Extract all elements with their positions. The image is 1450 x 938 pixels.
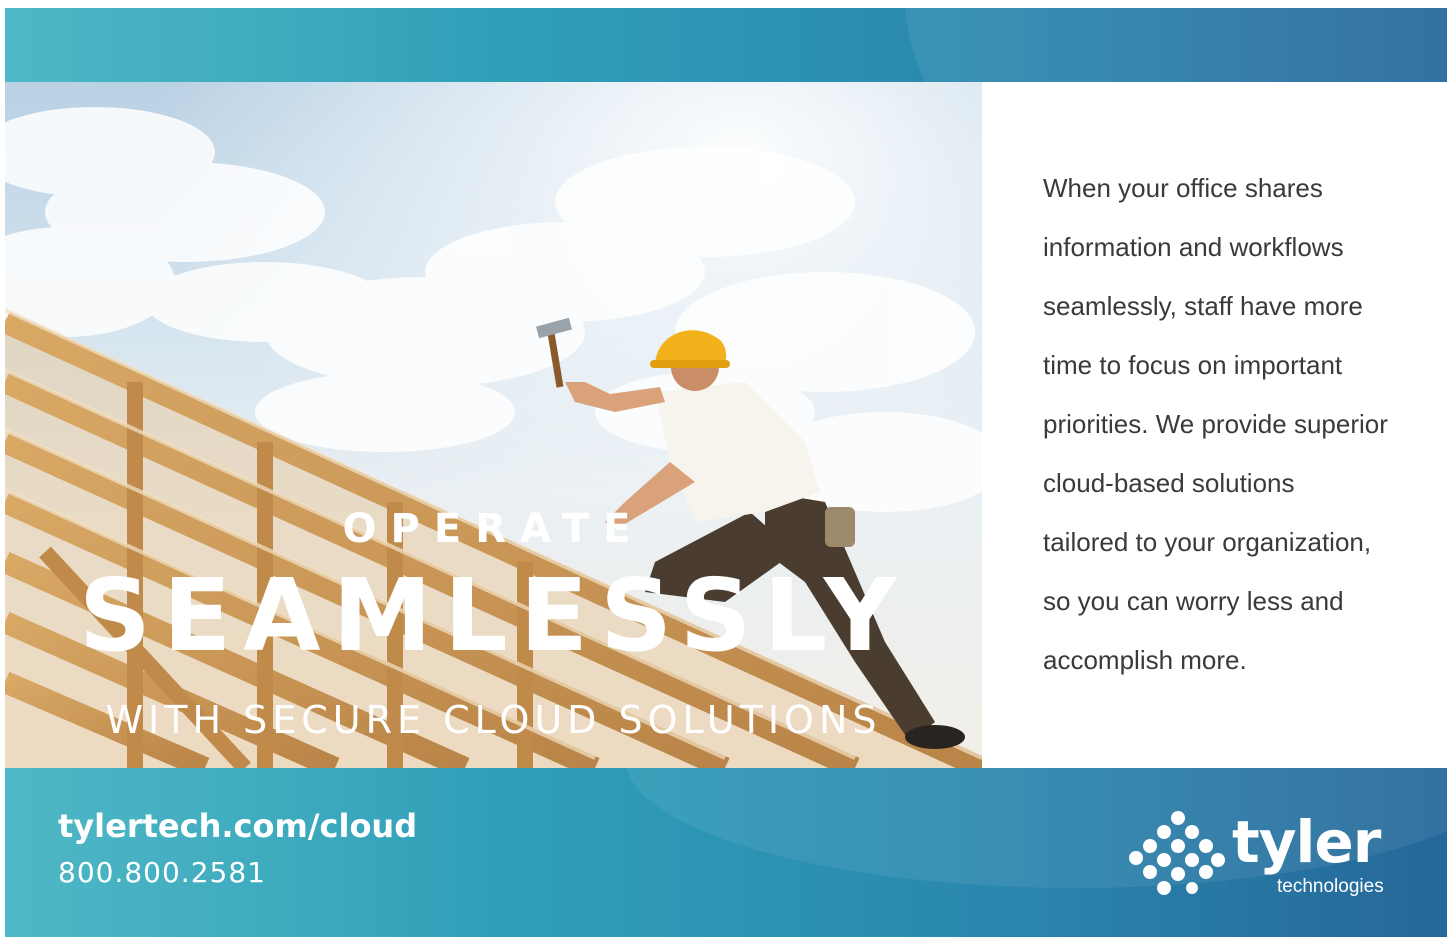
copy-line: information and workflows xyxy=(1043,232,1344,262)
copy-line: accomplish more. xyxy=(1043,645,1247,675)
headline-kicker: OPERATE xyxy=(342,506,645,552)
phone-number: 800.800.2581 xyxy=(58,856,266,889)
copy-line: tailored to your organization, xyxy=(1043,527,1372,557)
logo-wordmark: tyler xyxy=(1232,808,1381,876)
copy-line: so you can worry less and xyxy=(1043,586,1344,616)
headline-sub: WITH SECURE CLOUD SOLUTIONS xyxy=(105,698,882,742)
hero-photo: OPERATE SEAMLESSLY WITH SECURE CLOUD SOL… xyxy=(5,82,982,768)
copy-line: seamlessly, staff have more xyxy=(1043,291,1363,321)
top-banner xyxy=(5,8,1447,82)
copy-line: When your office shares xyxy=(1043,173,1323,203)
dot-cluster-icon xyxy=(1129,811,1225,895)
body-copy-panel: When your office shares information and … xyxy=(982,82,1447,768)
advertisement: OPERATE SEAMLESSLY WITH SECURE CLOUD SOL… xyxy=(5,8,1447,937)
tyler-logo: tyler technologies xyxy=(1128,808,1408,908)
headline-main: SEAMLESSLY xyxy=(78,557,909,674)
copy-line: time to focus on important xyxy=(1043,350,1343,380)
website-link[interactable]: tylertech.com/cloud xyxy=(58,807,417,845)
copy-line: cloud-based solutions xyxy=(1043,468,1295,498)
copy-line: priorities. We provide superior xyxy=(1043,409,1388,439)
banner-arc xyxy=(905,8,1447,82)
logo-tagline: technologies xyxy=(1277,876,1384,897)
